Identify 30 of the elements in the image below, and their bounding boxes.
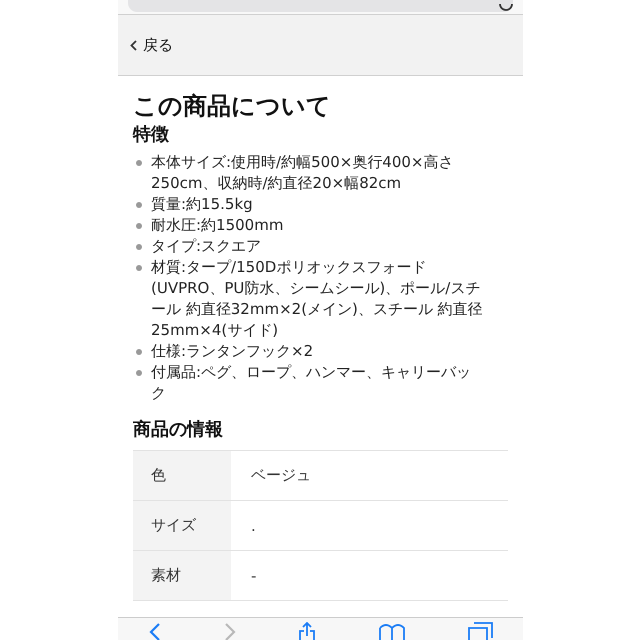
feature-text: 本体サイズ:使用時/約幅500×奥行400×高さ250cm、収納時/約直径20×幅82cm [151, 152, 455, 194]
table-cell: - [231, 550, 508, 600]
table-cell: ベージュ [231, 450, 508, 500]
info-heading: 商品の情報 [133, 418, 224, 442]
bullet-icon [136, 370, 142, 376]
feature-text: 仕様:ランタンフック×2 [151, 341, 314, 362]
feature-text: タイプ:スクエア [151, 236, 262, 257]
feature-text: 材質:タープ/150Dポリオックスフォード(UVPRO、PU防水、シームシール)、ポール/スチール 約直径32mm×2(メイン)、スチール 約直径25mm×4(サイド) [151, 257, 484, 341]
bullet-icon [136, 349, 142, 355]
chevron-icon [130, 40, 137, 50]
table-cell: . [231, 500, 508, 550]
bullet-icon [136, 223, 142, 229]
bullet-icon [136, 244, 142, 250]
table-cell: サイズ [133, 500, 231, 550]
feature-text: 耐水圧:約1500mm [151, 215, 284, 236]
bullet-icon [136, 265, 142, 271]
bullet-icon [136, 202, 142, 208]
feature-text: 付属品:ペグ、ロープ、ハンマー、キャリーバック [151, 362, 472, 404]
feature-text: 質量:約15.5kg [151, 194, 254, 215]
back-icon[interactable] [148, 622, 162, 640]
section-title: この商品について [133, 91, 332, 122]
table-cell: 素材 [133, 550, 231, 600]
reload-icon[interactable] [499, 4, 513, 12]
table-cell: 色 [133, 450, 231, 500]
features-heading: 特徴 [133, 123, 170, 147]
share-icon[interactable] [297, 622, 318, 640]
book-icon[interactable] [378, 622, 406, 640]
back-link[interactable]: 戻る [130, 36, 173, 54]
bullet-icon [136, 160, 142, 166]
tabs-icon[interactable] [466, 622, 493, 640]
